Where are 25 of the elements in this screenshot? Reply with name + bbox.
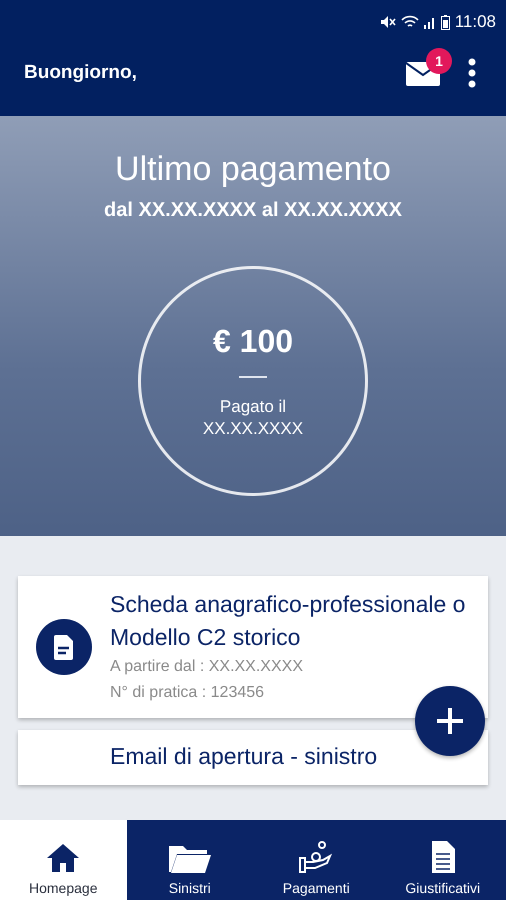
paid-label: Pagato il xyxy=(220,396,286,418)
document-card[interactable]: Email di apertura - sinistro xyxy=(18,730,488,785)
battery-icon xyxy=(440,14,450,30)
document-icon xyxy=(430,840,456,874)
card-detail: A partire dal : XX.XX.XXXX xyxy=(110,657,303,677)
banner-title: Ultimo pagamento xyxy=(115,150,391,189)
status-time: 11:08 xyxy=(454,12,496,32)
more-menu-icon[interactable] xyxy=(468,58,476,88)
hand-coin-icon xyxy=(298,840,334,874)
document-card[interactable]: Scheda anagrafico-professionale o Modello C2 storico A partire dal : XX.XX.XXXX N° di pratica : 123456 xyxy=(18,576,488,718)
plus-icon xyxy=(435,706,465,736)
wifi-icon xyxy=(400,15,419,29)
payment-amount: € 100 xyxy=(212,322,294,360)
notification-badge: 1 xyxy=(426,48,452,74)
card-detail: N° di pratica : 123456 xyxy=(110,683,264,703)
signal-icon xyxy=(424,15,436,29)
mute-icon xyxy=(380,15,396,29)
greeting: Buongiorno, xyxy=(24,62,138,84)
card-title: Email di apertura - sinistro xyxy=(110,742,378,771)
paid-date: XX.XX.XXXX xyxy=(202,418,304,440)
card-title: Scheda anagrafico-professionale o Modello C2 storico xyxy=(110,590,466,652)
home-icon xyxy=(45,842,82,874)
nav-tab[interactable]: Homepage xyxy=(0,820,126,900)
payment-period: dal XX.XX.XXXX al XX.XX.XXXX xyxy=(104,199,402,222)
document-icon xyxy=(36,619,92,675)
